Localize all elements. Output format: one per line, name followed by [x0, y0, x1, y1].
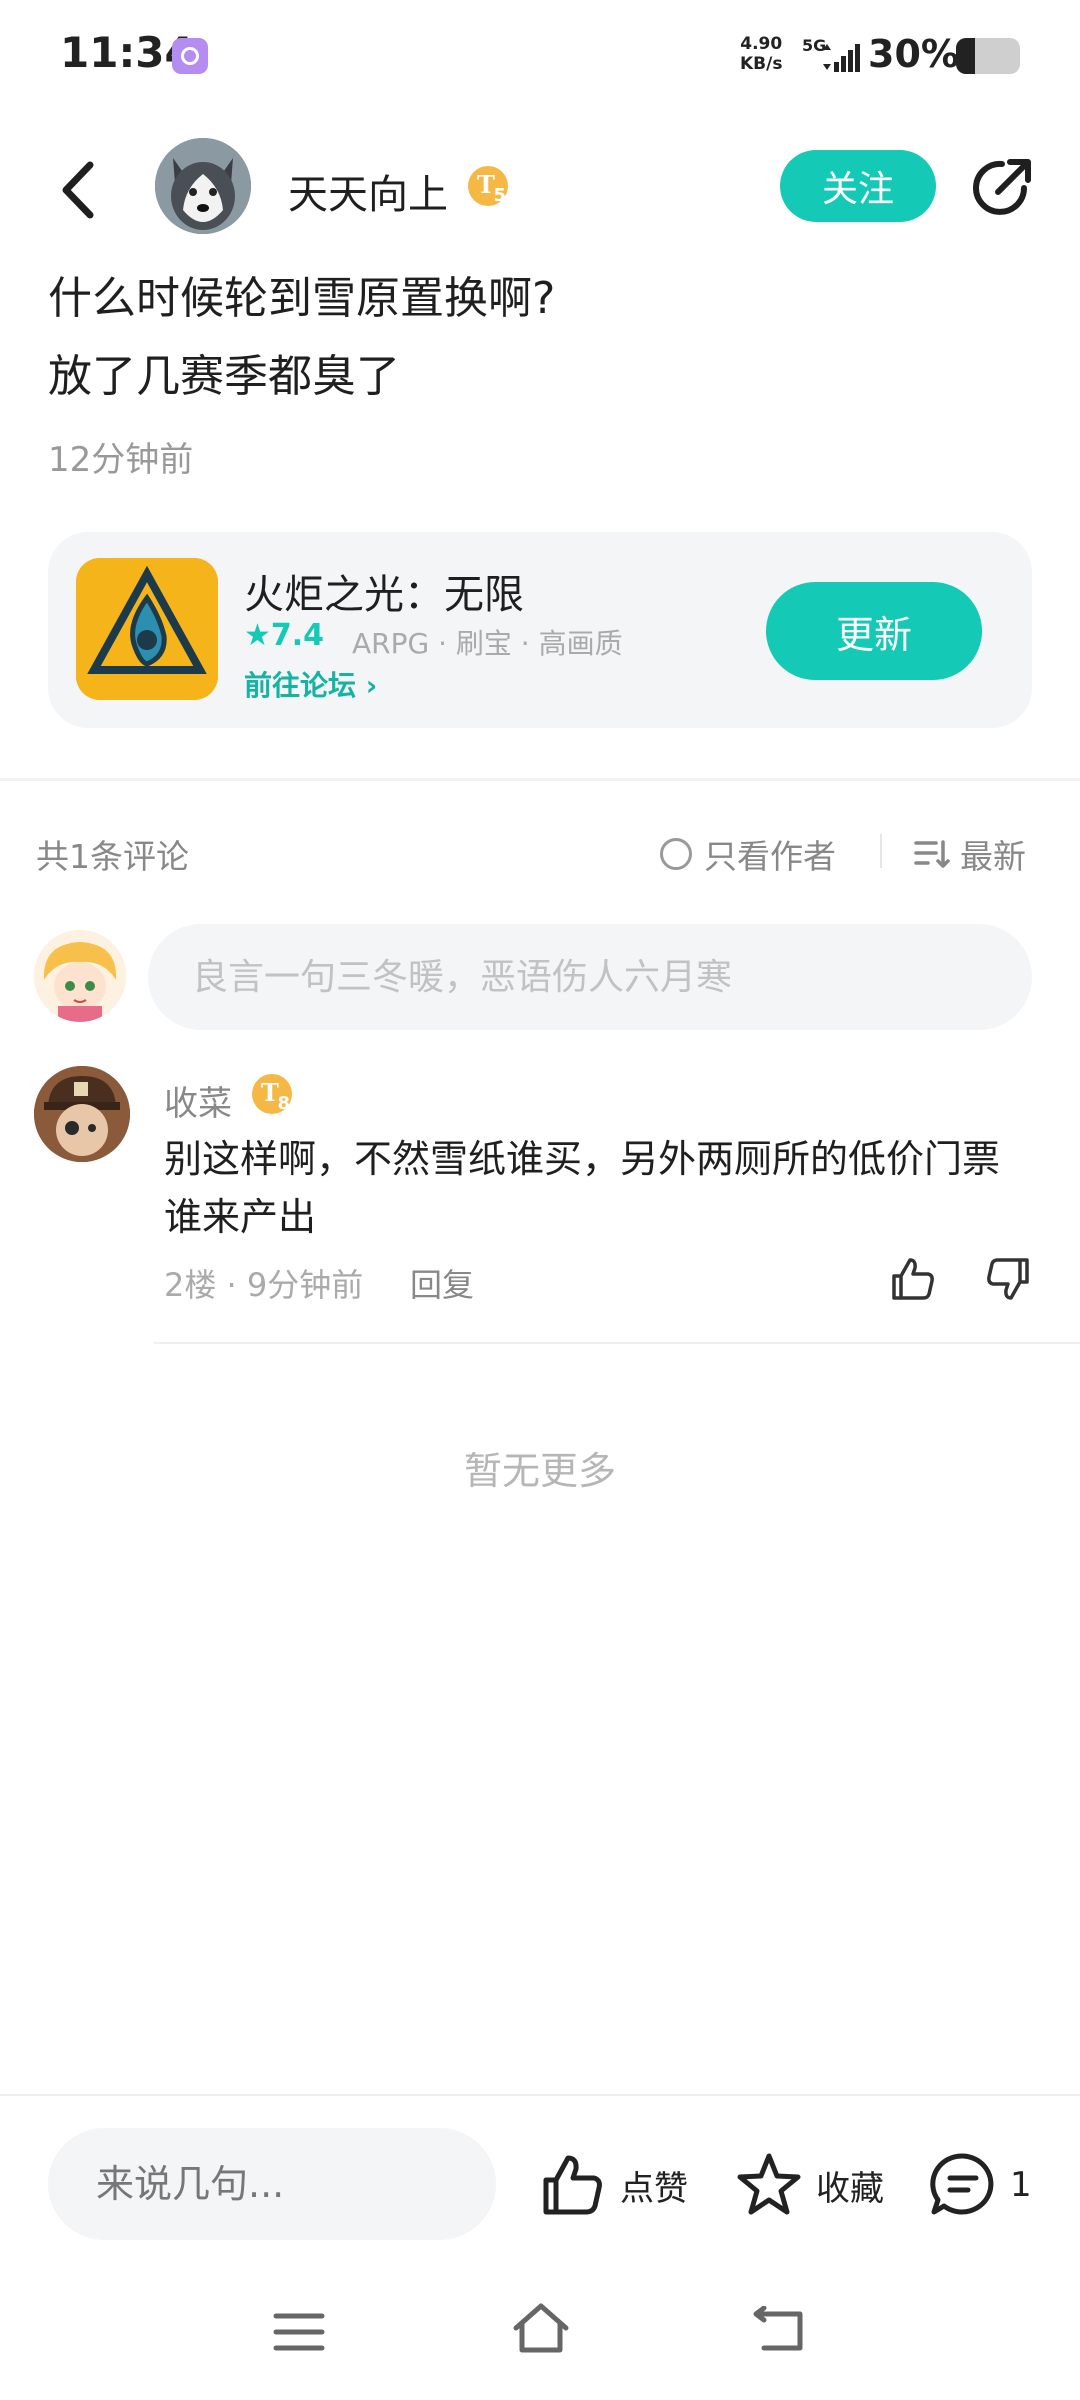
comment-text: 别这样啊，不然雪纸谁买，另外两厕所的低价门票谁来产出 [164, 1137, 1001, 1239]
divider [0, 778, 1080, 781]
level-number: 5 [493, 185, 506, 206]
sort-label: 最新 [960, 837, 1026, 876]
sort-button[interactable]: 最新 [914, 830, 1026, 878]
thumbs-up-icon [543, 2155, 602, 2215]
network-speed-value: 4.90 [740, 34, 783, 54]
back-button[interactable] [50, 155, 110, 225]
comments-button[interactable]: 1 [928, 2150, 1032, 2220]
author-name[interactable]: 天天向上 [288, 162, 448, 220]
game-tags: ARPG · 刷宝 · 高画质 [352, 627, 623, 660]
level-badge: T5 [468, 166, 508, 206]
level-badge-letter: T [477, 170, 495, 199]
level-badge-letter: T [261, 1078, 279, 1107]
sort-icon [914, 840, 950, 868]
battery-fill [956, 38, 976, 74]
share-icon[interactable] [968, 152, 1038, 222]
favorite-label: 收藏 [816, 2168, 884, 2209]
commenter-name[interactable]: 收菜 [164, 1076, 232, 1125]
game-name: 火炬之光：无限 [244, 572, 524, 618]
network-speed: 4.90 KB/s [740, 34, 782, 74]
battery-icon [956, 38, 1020, 74]
forum-link[interactable]: 前往论坛 › [244, 664, 377, 704]
comment-count-value: 1 [1010, 2165, 1032, 2205]
author-avatar[interactable] [155, 138, 251, 234]
thumbs-down-icon[interactable] [976, 1254, 1032, 1304]
post-title: 什么时候轮到雪原置换啊? [48, 273, 556, 324]
menu-icon[interactable] [272, 2310, 326, 2354]
comment-count: 共1条评论 [36, 837, 189, 876]
post-time: 12分钟前 [48, 440, 194, 480]
reply-input[interactable] [48, 2128, 496, 2240]
commenter-avatar[interactable] [34, 1066, 130, 1162]
battery-percent: 30% [868, 32, 959, 76]
game-rating: ★7.4 [244, 618, 325, 653]
game-icon[interactable] [76, 558, 218, 700]
divider [154, 1342, 1080, 1344]
star-icon [737, 2153, 801, 2215]
level-number: 8 [277, 1093, 290, 1114]
chevron-right-icon: › [365, 669, 378, 702]
comment-bubble-icon [930, 2153, 994, 2215]
author-only-label: 只看作者 [704, 837, 836, 876]
follow-button[interactable]: 关注 [780, 150, 936, 222]
reply-button[interactable]: 回复 [410, 1260, 474, 1306]
back-nav-icon[interactable] [752, 2306, 808, 2354]
radio-icon [660, 838, 692, 870]
favorite-button[interactable]: 收藏 [734, 2150, 884, 2220]
divider [880, 834, 882, 868]
forum-link-label: 前往论坛 [244, 669, 357, 702]
app-notification-icon [172, 38, 208, 74]
like-button[interactable]: 点赞 [538, 2150, 688, 2220]
update-button[interactable]: 更新 [766, 582, 982, 680]
thumbs-up-icon[interactable] [888, 1254, 938, 1304]
post-body: 放了几赛季都臭了 [48, 351, 400, 402]
anime-avatar-image [34, 930, 126, 1022]
like-label: 点赞 [620, 2168, 688, 2209]
comment-input[interactable] [148, 924, 1032, 1030]
my-avatar [34, 930, 126, 1022]
no-more-label: 暂无更多 [463, 1449, 616, 1493]
network-speed-unit: KB/s [740, 54, 783, 74]
game-logo-image [76, 558, 218, 700]
comment-meta: 2楼 · 9分钟前 [164, 1266, 364, 1304]
level-badge: T8 [252, 1074, 292, 1114]
signal-icon [823, 44, 860, 72]
divider [0, 2094, 1080, 2096]
husky-avatar-image [155, 138, 251, 234]
commenter-avatar-image [34, 1066, 130, 1162]
home-icon[interactable] [510, 2300, 572, 2356]
author-only-toggle[interactable]: 只看作者 [660, 830, 836, 878]
